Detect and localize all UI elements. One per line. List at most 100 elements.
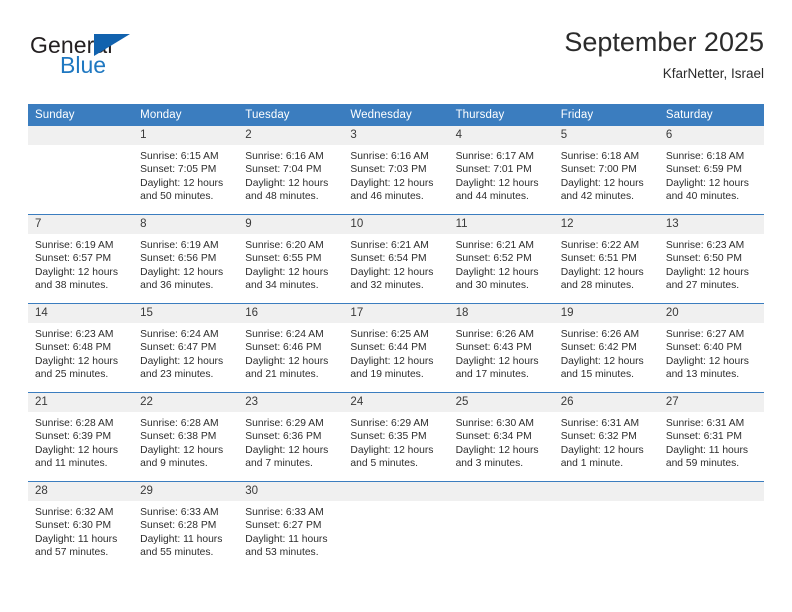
day-number: 1 (133, 126, 239, 145)
calendar-cell-empty (448, 481, 554, 570)
calendar-day-cell[interactable]: 3 Sunrise: 6:16 AM Sunset: 7:03 PM Daylight… (343, 126, 449, 215)
daylight-duration-line2: and 13 minutes. (665, 369, 740, 381)
day-number: 30 (238, 482, 344, 501)
day-info: Sunrise: 6:21 AM Sunset: 6:52 PM Daylight:… (449, 234, 554, 293)
calendar-day-cell[interactable]: 16 Sunrise: 6:24 AM Sunset: 6:46 PM Dayligh… (238, 303, 344, 393)
calendar-day-cell[interactable]: 1 Sunrise: 6:15 AM Sunset: 7:05 PM Daylight… (133, 126, 239, 215)
sunrise-time: Sunrise: 6:26 AM (560, 329, 640, 340)
calendar-day-cell[interactable]: 21 Sunrise: 6:28 AM Sunset: 6:39 PM Dayligh… (28, 392, 134, 482)
calendar-day-cell[interactable]: 7 Sunrise: 6:19 AM Sunset: 6:57 PM Daylight… (28, 214, 134, 304)
calendar-day-cell[interactable]: 13 Sunrise: 6:23 AM Sunset: 6:50 PM Dayligh… (658, 214, 764, 304)
calendar-day-cell[interactable]: 25 Sunrise: 6:30 AM Sunset: 6:34 PM Dayligh… (448, 392, 554, 482)
sunset-time: Sunset: 6:55 PM (245, 253, 322, 265)
calendar-day-cell[interactable]: 2 Sunrise: 6:16 AM Sunset: 7:04 PM Daylight… (238, 126, 344, 215)
calendar-day-cell[interactable]: 22 Sunrise: 6:28 AM Sunset: 6:38 PM Dayligh… (133, 392, 239, 482)
calendar-day-cell[interactable]: 19 Sunrise: 6:26 AM Sunset: 6:42 PM Dayligh… (553, 303, 659, 393)
sunset-time: Sunset: 7:03 PM (350, 164, 427, 176)
daylight-duration-line2: and 53 minutes. (245, 547, 319, 559)
day-cell-content: 5 Sunrise: 6:18 AM Sunset: 7:00 PM Daylight… (553, 126, 659, 214)
sunrise-time: Sunrise: 6:20 AM (245, 240, 324, 251)
calendar-day-cell[interactable]: 26 Sunrise: 6:31 AM Sunset: 6:32 PM Dayligh… (553, 392, 659, 482)
weekday-header-friday: Friday (553, 104, 659, 126)
calendar-day-cell[interactable]: 20 Sunrise: 6:27 AM Sunset: 6:40 PM Dayligh… (658, 303, 764, 393)
day-cell-content: 9 Sunrise: 6:20 AM Sunset: 6:55 PM Daylight… (238, 215, 344, 303)
calendar-day-cell[interactable]: 17 Sunrise: 6:25 AM Sunset: 6:44 PM Dayligh… (343, 303, 449, 393)
brand-name-blue: Blue (60, 52, 107, 78)
sunset-time: Sunset: 6:27 PM (245, 520, 322, 532)
calendar-day-cell[interactable]: 28 Sunrise: 6:32 AM Sunset: 6:30 PM Dayligh… (28, 481, 134, 570)
calendar-cell-empty (658, 481, 764, 570)
calendar-day-cell[interactable]: 9 Sunrise: 6:20 AM Sunset: 6:55 PM Daylight… (238, 214, 344, 304)
day-cell-content: 24 Sunrise: 6:29 AM Sunset: 6:35 PM Dayligh… (343, 393, 449, 481)
daylight-duration-line1: Daylight: 12 hours (245, 177, 329, 189)
day-number: 24 (343, 393, 449, 412)
sunset-time: Sunset: 6:28 PM (140, 520, 217, 532)
calendar-day-cell[interactable]: 11 Sunrise: 6:21 AM Sunset: 6:52 PM Dayligh… (448, 214, 554, 304)
calendar-day-cell[interactable]: 8 Sunrise: 6:19 AM Sunset: 6:56 PM Daylight… (133, 214, 239, 304)
sunrise-time: Sunrise: 6:25 AM (350, 329, 429, 340)
daylight-duration-line2: and 38 minutes. (35, 280, 109, 292)
day-info: Sunrise: 6:15 AM Sunset: 7:05 PM Daylight:… (133, 145, 238, 204)
calendar-day-cell[interactable]: 12 Sunrise: 6:22 AM Sunset: 6:51 PM Dayligh… (553, 214, 659, 304)
day-info: Sunrise: 6:31 AM Sunset: 6:31 PM Daylight:… (659, 412, 764, 471)
calendar-day-cell[interactable]: 4 Sunrise: 6:17 AM Sunset: 7:01 PM Daylight… (448, 126, 554, 215)
calendar-body: 1 Sunrise: 6:15 AM Sunset: 7:05 PM Daylight… (28, 126, 764, 570)
calendar-day-cell[interactable]: 30 Sunrise: 6:33 AM Sunset: 6:27 PM Dayligh… (238, 481, 344, 570)
day-number (343, 482, 449, 501)
sunset-time: Sunset: 6:59 PM (665, 164, 742, 176)
day-number: 26 (553, 393, 659, 412)
day-info: Sunrise: 6:32 AM Sunset: 6:30 PM Daylight:… (28, 501, 133, 560)
daylight-duration-line1: Daylight: 12 hours (560, 355, 644, 367)
calendar-cell-empty (553, 481, 659, 570)
sunset-time: Sunset: 6:54 PM (350, 253, 427, 265)
day-info: Sunrise: 6:26 AM Sunset: 6:42 PM Daylight:… (554, 323, 659, 382)
calendar-day-cell[interactable]: 10 Sunrise: 6:21 AM Sunset: 6:54 PM Dayligh… (343, 214, 449, 304)
day-cell-content: 17 Sunrise: 6:25 AM Sunset: 6:44 PM Dayligh… (343, 304, 449, 392)
day-number: 23 (238, 393, 344, 412)
day-number: 15 (133, 304, 239, 323)
day-cell-content: 19 Sunrise: 6:26 AM Sunset: 6:42 PM Dayligh… (553, 304, 659, 392)
daylight-duration-line2: and 42 minutes. (560, 191, 634, 203)
sunrise-time: Sunrise: 6:22 AM (560, 240, 640, 251)
calendar-day-cell[interactable]: 27 Sunrise: 6:31 AM Sunset: 6:31 PM Dayligh… (658, 392, 764, 482)
sunrise-time: Sunrise: 6:19 AM (35, 240, 114, 251)
day-number: 12 (553, 215, 659, 234)
weekday-header-tuesday: Tuesday (238, 104, 344, 126)
day-cell-content: 26 Sunrise: 6:31 AM Sunset: 6:32 PM Dayligh… (553, 393, 659, 481)
weekday-header-wednesday: Wednesday (343, 104, 449, 126)
sunset-time: Sunset: 6:43 PM (455, 342, 532, 354)
calendar-page: General Blue September 2025 KfarNetter, … (0, 0, 792, 612)
day-cell-content: 20 Sunrise: 6:27 AM Sunset: 6:40 PM Dayligh… (658, 304, 764, 392)
day-number (658, 482, 764, 501)
daylight-duration-line2: and 7 minutes. (245, 458, 313, 470)
calendar-day-cell[interactable]: 29 Sunrise: 6:33 AM Sunset: 6:28 PM Dayligh… (133, 481, 239, 570)
daylight-duration-line2: and 1 minute. (560, 458, 624, 470)
calendar-day-cell[interactable]: 14 Sunrise: 6:23 AM Sunset: 6:48 PM Dayligh… (28, 303, 134, 393)
brand-logo[interactable]: General Blue (28, 32, 228, 88)
sunset-time: Sunset: 6:30 PM (35, 520, 112, 532)
sunrise-time: Sunrise: 6:31 AM (665, 418, 745, 429)
calendar-day-cell[interactable]: 23 Sunrise: 6:29 AM Sunset: 6:36 PM Dayligh… (238, 392, 344, 482)
sunrise-time: Sunrise: 6:24 AM (245, 329, 324, 340)
day-number: 2 (238, 126, 344, 145)
daylight-duration-line1: Daylight: 12 hours (245, 266, 329, 278)
day-info: Sunrise: 6:24 AM Sunset: 6:47 PM Daylight:… (133, 323, 238, 382)
daylight-duration-line1: Daylight: 12 hours (455, 177, 539, 189)
calendar-day-cell[interactable]: 6 Sunrise: 6:18 AM Sunset: 6:59 PM Daylight… (658, 126, 764, 215)
day-cell-content: 23 Sunrise: 6:29 AM Sunset: 6:36 PM Dayligh… (238, 393, 344, 481)
weekday-header-row: Sunday Monday Tuesday Wednesday Thursday… (28, 104, 764, 126)
daylight-duration-line2: and 50 minutes. (140, 191, 214, 203)
calendar-day-cell[interactable]: 18 Sunrise: 6:26 AM Sunset: 6:43 PM Dayligh… (448, 303, 554, 393)
day-cell-content: 15 Sunrise: 6:24 AM Sunset: 6:47 PM Dayligh… (133, 304, 239, 392)
daylight-duration-line1: Daylight: 12 hours (245, 355, 329, 367)
calendar-day-cell[interactable]: 15 Sunrise: 6:24 AM Sunset: 6:47 PM Dayligh… (133, 303, 239, 393)
sunset-time: Sunset: 7:04 PM (245, 164, 322, 176)
sunset-time: Sunset: 6:44 PM (350, 342, 427, 354)
day-cell-content (343, 482, 449, 570)
daylight-duration-line1: Daylight: 12 hours (140, 177, 224, 189)
day-info: Sunrise: 6:20 AM Sunset: 6:55 PM Daylight:… (238, 234, 343, 293)
calendar-day-cell[interactable]: 24 Sunrise: 6:29 AM Sunset: 6:35 PM Dayligh… (343, 392, 449, 482)
day-info: Sunrise: 6:33 AM Sunset: 6:28 PM Daylight:… (133, 501, 238, 560)
calendar-day-cell[interactable]: 5 Sunrise: 6:18 AM Sunset: 7:00 PM Daylight… (553, 126, 659, 215)
daylight-duration-line2: and 34 minutes. (245, 280, 319, 292)
